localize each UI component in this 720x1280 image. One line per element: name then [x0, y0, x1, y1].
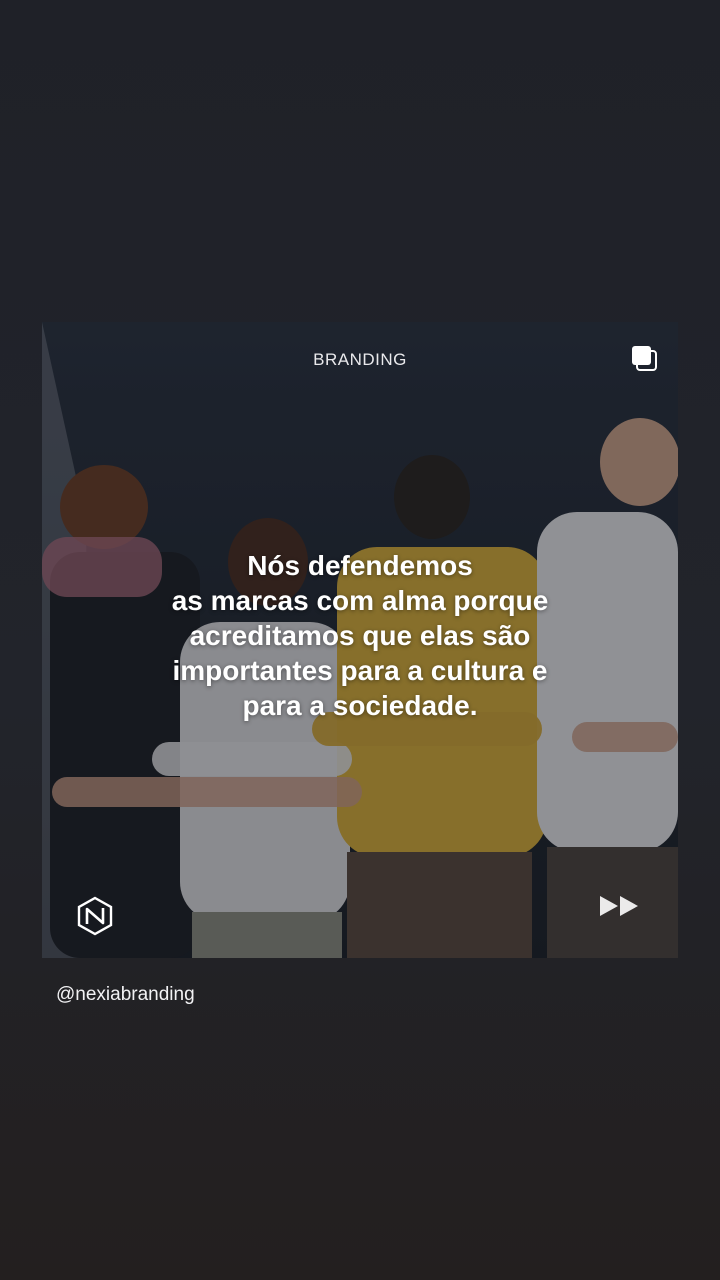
post-category: BRANDING [313, 350, 407, 369]
nexia-logo-icon [77, 896, 113, 936]
headline-line: importantes para a cultura e [172, 655, 548, 686]
carousel-stack-icon [632, 346, 657, 371]
post-headline: Nós defendemos as marcas com alma porque… [62, 548, 658, 723]
headline-line: as marcas com alma porque [171, 585, 549, 616]
account-handle-link[interactable]: @nexiabranding [56, 984, 195, 1006]
headline-line: acreditamos que elas são [189, 620, 531, 651]
post-image-card[interactable]: BRANDING Nós defendemos as marcas com al… [42, 322, 678, 958]
headline-line: Nós defendemos [247, 550, 473, 581]
fast-forward-icon[interactable] [598, 894, 642, 918]
headline-line: para a sociedade. [242, 690, 478, 721]
